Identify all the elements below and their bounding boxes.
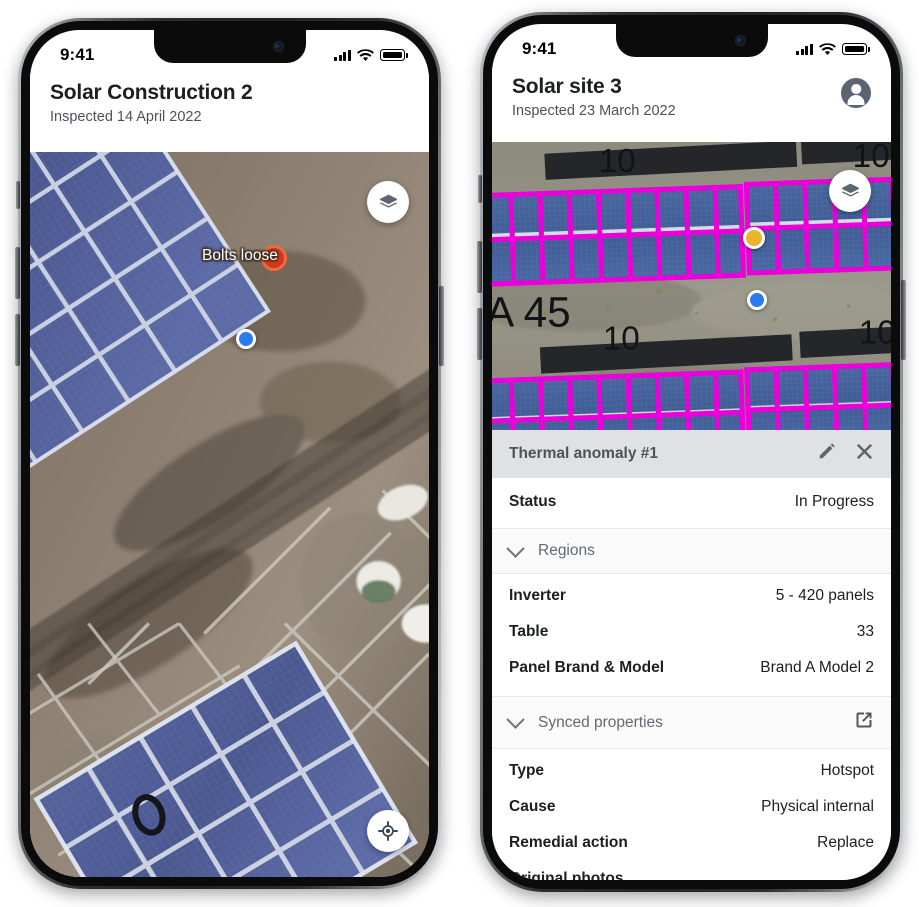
svg-text:A 45: A 45 xyxy=(492,288,571,335)
table-row: Type Hotspot xyxy=(509,753,874,789)
battery-icon xyxy=(842,43,870,55)
right-app-header: Solar site 3 Inspected 23 March 2022 xyxy=(492,68,891,131)
row-value: Physical internal xyxy=(761,798,874,815)
signal-bars-icon xyxy=(796,43,813,55)
layers-icon xyxy=(841,183,859,197)
row-key: Type xyxy=(509,762,545,779)
row-value: 5 - 420 panels xyxy=(775,587,874,604)
left-phone-device: Bolts loose Solar Construction 2 Inspect… xyxy=(15,18,444,889)
left-app-header: Solar Construction 2 Inspected 14 April … xyxy=(30,74,429,137)
construction-site-map[interactable]: Bolts loose xyxy=(30,152,429,877)
inspection-date: Inspected 14 April 2022 xyxy=(50,108,202,125)
regions-section-label-wrap: Regions xyxy=(506,538,595,560)
row-value: 33 xyxy=(856,623,874,640)
table-row: Cause Physical internal xyxy=(509,789,874,825)
solar-site-map[interactable]: 10 10 A 45 10 10 xyxy=(492,142,891,430)
silence-switch[interactable] xyxy=(16,181,20,209)
status-time: 9:41 xyxy=(60,45,95,64)
anomaly-marker-label: Bolts loose xyxy=(202,247,278,264)
power-button[interactable] xyxy=(901,280,906,360)
synced-rows: Type Hotspot Cause Physical internal Rem… xyxy=(492,749,891,880)
user-avatar-icon[interactable] xyxy=(841,78,871,108)
map-layers-button[interactable] xyxy=(367,181,409,223)
row-key: Panel Brand & Model xyxy=(509,659,665,676)
original-photos-row: Original photos xyxy=(509,861,874,880)
silence-switch[interactable] xyxy=(478,175,482,203)
row-value: Brand A Model 2 xyxy=(760,659,874,676)
volume-down-button[interactable] xyxy=(477,308,482,360)
wifi-icon xyxy=(819,42,836,55)
close-button[interactable] xyxy=(855,442,874,466)
wifi-icon xyxy=(357,48,374,61)
left-phone-notch xyxy=(153,30,306,63)
inspection-date: Inspected 23 March 2022 xyxy=(512,102,676,119)
screenshot-root: Bolts loose Solar Construction 2 Inspect… xyxy=(0,0,919,907)
page-title: Solar Construction 2 xyxy=(50,81,253,104)
row-value: Replace xyxy=(817,834,874,851)
external-link-icon xyxy=(856,712,872,728)
status-value: In Progress xyxy=(794,493,874,510)
status-icons xyxy=(334,48,408,62)
detail-panel-actions xyxy=(817,442,874,466)
table-row: Inverter 5 - 420 panels xyxy=(509,578,874,614)
signal-bars-icon xyxy=(334,49,351,61)
svg-text:10: 10 xyxy=(599,143,636,180)
battery-icon xyxy=(380,49,408,61)
row-key: Inverter xyxy=(509,587,566,604)
status-row-group: Status In Progress xyxy=(492,478,891,528)
svg-text:10: 10 xyxy=(859,315,891,352)
edit-button[interactable] xyxy=(817,442,836,466)
header-text-block: Solar site 3 Inspected 23 March 2022 xyxy=(512,74,676,119)
regions-section-header[interactable]: Regions xyxy=(492,528,891,574)
svg-text:10: 10 xyxy=(853,142,890,175)
page-title: Solar site 3 xyxy=(512,75,622,98)
pencil-edit-icon xyxy=(819,443,835,459)
svg-text:10: 10 xyxy=(603,321,640,358)
row-value: Hotspot xyxy=(820,762,874,779)
power-button[interactable] xyxy=(439,286,444,366)
map-layers-button[interactable] xyxy=(829,170,871,212)
close-x-icon xyxy=(856,443,873,460)
front-camera-icon xyxy=(734,35,746,46)
crosshair-locate-icon xyxy=(378,821,398,841)
map-locate-button[interactable] xyxy=(367,810,409,852)
table-row: Remedial action Replace xyxy=(509,825,874,861)
volume-up-button[interactable] xyxy=(477,241,482,293)
volume-down-button[interactable] xyxy=(15,314,20,366)
chevron-down-icon xyxy=(506,710,525,729)
left-phone-screen: Bolts loose Solar Construction 2 Inspect… xyxy=(30,30,429,877)
regions-section-label: Regions xyxy=(538,542,595,559)
regions-rows: Inverter 5 - 420 panels Table 33 Panel B… xyxy=(492,574,891,696)
row-key: Cause xyxy=(509,798,556,815)
table-row: Panel Brand & Model Brand A Model 2 xyxy=(509,650,874,686)
header-row: Solar site 3 Inspected 23 March 2022 xyxy=(512,74,871,119)
right-phone-device: 10 10 A 45 10 10 Thermal anomaly #1 Stat… xyxy=(477,12,906,892)
open-external-button[interactable] xyxy=(854,710,874,735)
status-time: 9:41 xyxy=(522,39,557,58)
thermal-anomaly-marker[interactable] xyxy=(743,227,765,249)
right-phone-screen: 10 10 A 45 10 10 Thermal anomaly #1 Stat… xyxy=(492,24,891,880)
status-row: Status In Progress xyxy=(509,484,874,520)
anomaly-detail-panel: Thermal anomaly #1 Status In Progress Re… xyxy=(492,430,891,880)
row-key: Remedial action xyxy=(509,834,628,851)
synced-section-label: Synced properties xyxy=(538,713,663,731)
original-photos-label: Original photos xyxy=(509,870,624,880)
status-icons xyxy=(796,42,870,56)
table-row: Table 33 xyxy=(509,614,874,650)
detail-panel-header: Thermal anomaly #1 xyxy=(492,430,891,478)
row-key: Table xyxy=(509,623,549,640)
right-phone-notch xyxy=(615,24,768,57)
user-location-dot xyxy=(747,290,767,310)
volume-up-button[interactable] xyxy=(15,247,20,299)
user-location-dot xyxy=(236,329,256,349)
status-label: Status xyxy=(509,493,557,510)
chevron-down-icon xyxy=(506,538,525,558)
synced-properties-section-header[interactable]: Synced properties xyxy=(492,696,891,749)
layers-icon xyxy=(379,194,397,208)
synced-section-label-wrap: Synced properties xyxy=(506,710,663,732)
detail-panel-title: Thermal anomaly #1 xyxy=(509,445,659,462)
front-camera-icon xyxy=(272,41,284,52)
